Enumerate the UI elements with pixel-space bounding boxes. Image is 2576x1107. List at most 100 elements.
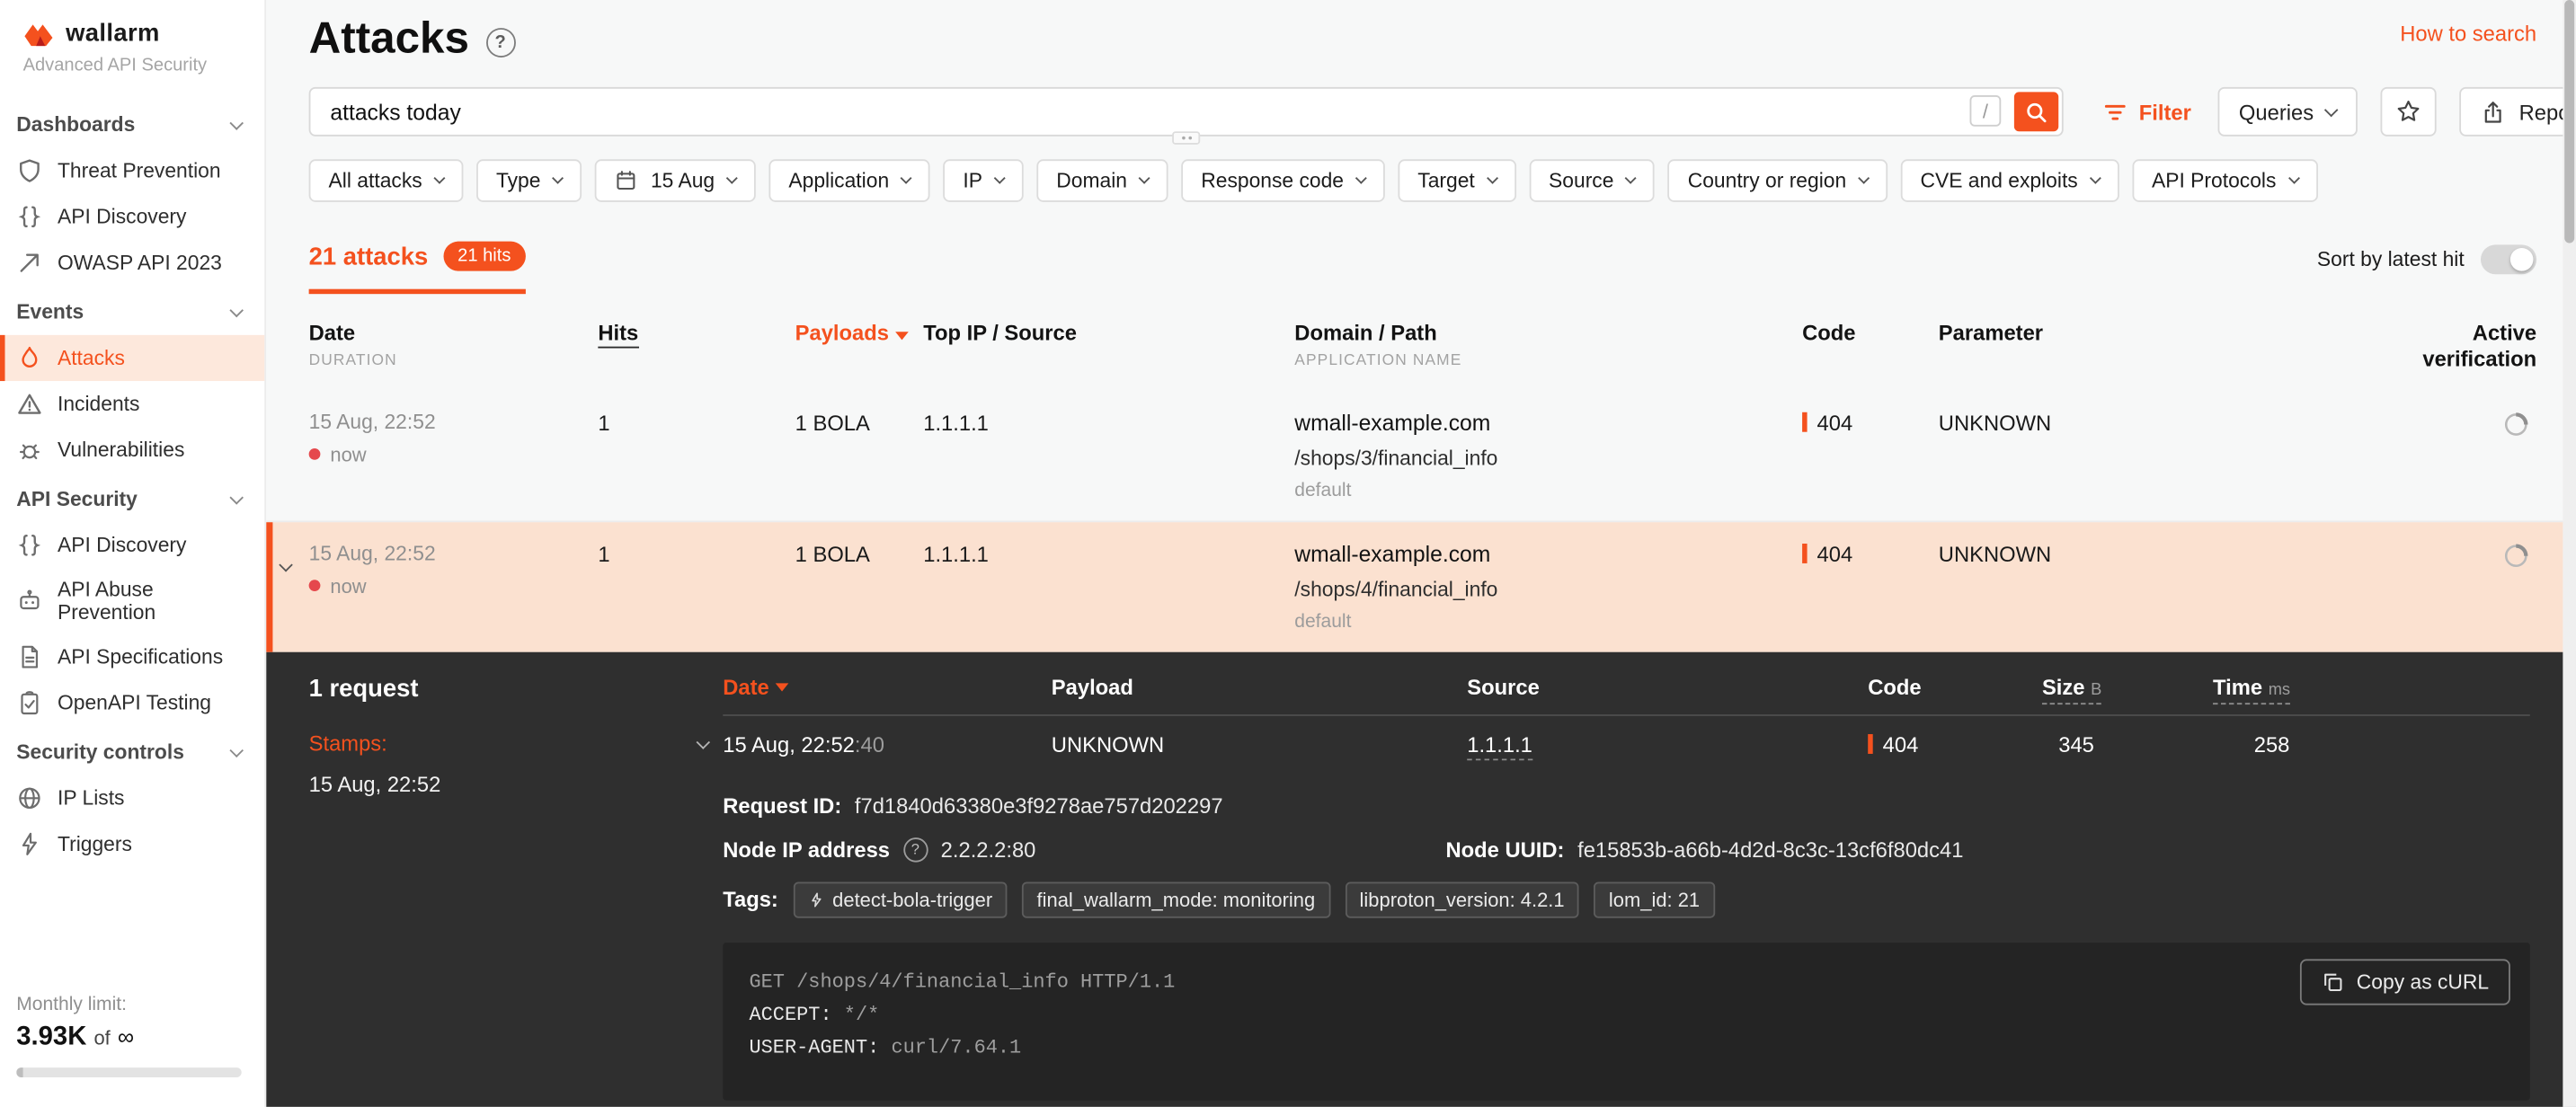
attack-payloads: 1 BOLA bbox=[795, 541, 924, 565]
clipboard-check-icon bbox=[16, 690, 42, 716]
request-seconds: :40 bbox=[855, 731, 884, 756]
col-hits[interactable]: Hits bbox=[598, 320, 795, 344]
user-agent-key: USER-AGENT: bbox=[749, 1037, 879, 1060]
filter-chip-domain[interactable]: Domain bbox=[1036, 159, 1168, 202]
copy-as-curl-button[interactable]: Copy as cURL bbox=[2301, 959, 2510, 1005]
search-resize-handle[interactable] bbox=[1172, 131, 1200, 145]
filter-chip-api-protocols[interactable]: API Protocols bbox=[2132, 159, 2317, 202]
attack-code: 404 bbox=[1817, 410, 1853, 434]
req-col-time[interactable]: Time ms bbox=[2213, 674, 2530, 698]
filter-chip-all-attacks[interactable]: All attacks bbox=[309, 159, 464, 202]
sidebar-item-triggers[interactable]: Triggers bbox=[0, 821, 264, 867]
sidebar-item-label: Threat Prevention bbox=[58, 159, 221, 182]
collapse-request-icon[interactable] bbox=[697, 734, 711, 748]
star-icon bbox=[2396, 99, 2422, 125]
monthly-limit-label: Monthly limit: bbox=[16, 996, 241, 1015]
sidebar-item-openapi-testing[interactable]: OpenAPI Testing bbox=[0, 680, 264, 726]
request-id-value: f7d1840d63380e3f9278ae757d202297 bbox=[855, 793, 1223, 817]
vertical-scrollbar bbox=[2563, 0, 2576, 1107]
search-input[interactable] bbox=[309, 87, 2064, 137]
request-time: 258 bbox=[2213, 731, 2530, 756]
live-dot-icon bbox=[309, 580, 321, 591]
hits-badge: 21 hits bbox=[443, 242, 526, 271]
attack-parameter: UNKNOWN bbox=[1939, 541, 2333, 565]
sidebar-item-vulnerabilities[interactable]: Vulnerabilities bbox=[0, 427, 264, 473]
sort-toggle[interactable] bbox=[2481, 244, 2536, 274]
tag-chip[interactable]: detect-bola-trigger bbox=[793, 881, 1007, 917]
sidebar-item-incidents[interactable]: Incidents bbox=[0, 381, 264, 427]
status-bar-icon bbox=[1802, 543, 1807, 562]
sidebar-item-attacks[interactable]: Attacks bbox=[0, 335, 264, 381]
request-row[interactable]: 15 Aug, 22:52:40 UNKNOWN 1.1.1.1 404 345… bbox=[723, 715, 2530, 773]
braces-icon bbox=[16, 532, 42, 558]
attack-row-expanded[interactable]: 15 Aug, 22:52 now 1 1 BOLA 1.1.1.1 wmall… bbox=[266, 521, 2576, 651]
req-col-size[interactable]: Size B bbox=[2042, 674, 2213, 698]
filter-chip-country[interactable]: Country or region bbox=[1668, 159, 1888, 202]
attack-row[interactable]: 15 Aug, 22:52 now 1 1 BOLA 1.1.1.1 wmall… bbox=[266, 390, 2576, 521]
status-bar-icon bbox=[1868, 733, 1872, 753]
filter-chip-source[interactable]: Source bbox=[1529, 159, 1655, 202]
request-source[interactable]: 1.1.1.1 bbox=[1467, 731, 1532, 759]
sidebar-section-api-security[interactable]: API Security bbox=[0, 473, 264, 522]
filter-chip-date[interactable]: 15 Aug bbox=[595, 159, 756, 202]
queries-button[interactable]: Queries bbox=[2217, 87, 2358, 137]
filter-chip-application[interactable]: Application bbox=[768, 159, 929, 202]
attack-domain: wmall-example.com bbox=[1294, 541, 1802, 565]
sidebar-section-security-controls[interactable]: Security controls bbox=[0, 726, 264, 775]
sidebar-item-label: Triggers bbox=[58, 833, 132, 856]
section-label: Events bbox=[16, 300, 84, 323]
bot-icon bbox=[16, 588, 42, 614]
http-request-block: GET /shops/4/financial_info HTTP/1.1 ACC… bbox=[723, 942, 2530, 1099]
chevron-down-icon bbox=[552, 173, 564, 184]
collapse-row-icon[interactable] bbox=[281, 549, 291, 573]
search-button[interactable] bbox=[2014, 92, 2058, 131]
attack-hits: 1 bbox=[598, 541, 795, 565]
sidebar-section-events[interactable]: Events bbox=[0, 286, 264, 335]
chevron-down-icon bbox=[2089, 173, 2101, 184]
sidebar-item-owasp-api-2023[interactable]: OWASP API 2023 bbox=[0, 240, 264, 286]
arrow-up-right-icon bbox=[16, 250, 42, 276]
slash-shortcut-key: / bbox=[1970, 95, 2002, 127]
tag-chip[interactable]: final_wallarm_mode: monitoring bbox=[1022, 881, 1330, 917]
report-button[interactable]: Report bbox=[2460, 87, 2576, 137]
sidebar-item-api-specifications[interactable]: API Specifications bbox=[0, 634, 264, 680]
sidebar-item-api-abuse-prevention[interactable]: API Abuse Prevention bbox=[0, 568, 264, 633]
tag-chip[interactable]: lom_id: 21 bbox=[1594, 881, 1714, 917]
filter-chip-target[interactable]: Target bbox=[1398, 159, 1515, 202]
sidebar-item-api-discovery[interactable]: API Discovery bbox=[0, 194, 264, 240]
sidebar-item-label: API Abuse Prevention bbox=[58, 578, 252, 624]
monthly-limit-value: 3.93K of ∞ bbox=[16, 1023, 241, 1053]
sidebar-section-dashboards[interactable]: Dashboards bbox=[0, 99, 264, 148]
scrollbar-thumb[interactable] bbox=[2564, 0, 2574, 244]
filter-chip-type[interactable]: Type bbox=[476, 159, 582, 202]
accept-header-key: ACCEPT: bbox=[749, 1004, 831, 1027]
sidebar-item-label: OpenAPI Testing bbox=[58, 692, 211, 715]
node-uuid-value: fe15853b-a66b-4d2d-8c3c-13cf6f80dc41 bbox=[1577, 837, 1963, 861]
sidebar-item-api-discovery-2[interactable]: API Discovery bbox=[0, 522, 264, 568]
filter-button[interactable]: Filter bbox=[2100, 100, 2195, 124]
sidebar-nav: Dashboards Threat Prevention API Discove… bbox=[0, 99, 264, 867]
favorite-button[interactable] bbox=[2381, 87, 2437, 137]
calendar-icon bbox=[615, 169, 638, 192]
user-agent-value: curl/7.64.1 bbox=[891, 1037, 1021, 1060]
sidebar-item-label: API Discovery bbox=[58, 534, 186, 557]
filter-chip-response-code[interactable]: Response code bbox=[1181, 159, 1384, 202]
filter-chip-cve[interactable]: CVE and exploits bbox=[1901, 159, 2119, 202]
sidebar-item-threat-prevention[interactable]: Threat Prevention bbox=[0, 148, 264, 194]
attack-application: default bbox=[1294, 481, 1802, 500]
verification-status-icon[interactable] bbox=[2502, 541, 2530, 569]
col-payloads[interactable]: Payloads bbox=[795, 320, 924, 344]
attack-payloads: 1 BOLA bbox=[795, 410, 924, 434]
help-icon[interactable]: ? bbox=[485, 29, 515, 58]
col-date: Date DURATION bbox=[309, 320, 599, 369]
globe-icon bbox=[16, 785, 42, 811]
filter-chip-ip[interactable]: IP bbox=[943, 159, 1023, 202]
info-icon[interactable]: ? bbox=[903, 837, 928, 861]
sidebar-item-label: IP Lists bbox=[58, 787, 125, 810]
verification-status-icon[interactable] bbox=[2502, 410, 2530, 438]
chevron-down-icon bbox=[901, 173, 912, 184]
sidebar-item-ip-lists[interactable]: IP Lists bbox=[0, 775, 264, 821]
req-col-date[interactable]: Date bbox=[723, 674, 1052, 698]
tag-chip[interactable]: libproton_version: 4.2.1 bbox=[1345, 881, 1579, 917]
how-to-search-link[interactable]: How to search bbox=[2400, 22, 2536, 46]
